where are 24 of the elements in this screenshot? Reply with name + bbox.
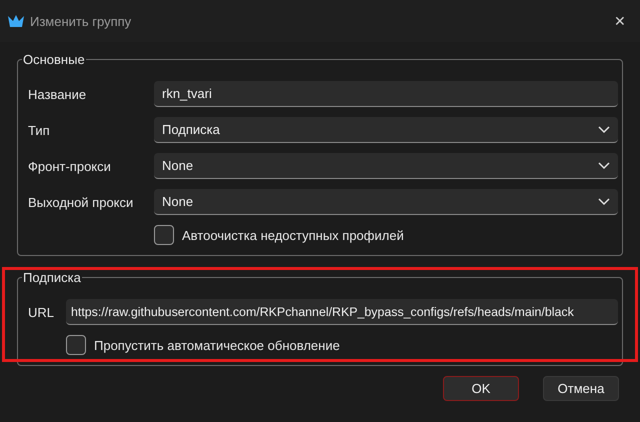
checkbox-label: Пропустить автоматическое обновление	[94, 338, 340, 352]
dropdown[interactable]: None	[154, 189, 618, 215]
window-title: Изменить группу	[30, 14, 132, 28]
checkbox[interactable]	[66, 335, 86, 355]
dropdown[interactable]: Подписка	[154, 117, 618, 143]
close-button[interactable]: ✕	[608, 13, 632, 29]
field-label: Название	[28, 86, 88, 102]
checkbox[interactable]	[154, 225, 174, 245]
group-title: Основные	[22, 52, 86, 67]
field-label: Фронт-прокси	[28, 158, 112, 174]
crown-icon	[8, 14, 24, 28]
input-field[interactable]: https://raw.githubusercontent.com/RKPchannel/RKP_bypass_configs/refs/heads/main/black	[66, 299, 618, 325]
chevron-down-icon	[598, 198, 610, 206]
dialog-button[interactable]: Отмена	[543, 376, 619, 401]
group-title: Подписка	[22, 270, 82, 285]
input-field[interactable]: rkn_tvari	[154, 81, 618, 107]
field-label: Тип	[28, 122, 51, 138]
dropdown[interactable]: None	[154, 153, 618, 179]
field-label: URL	[28, 304, 56, 320]
dialog-button[interactable]: OK	[443, 376, 519, 401]
checkbox-label: Автоочистка недоступных профилей	[182, 228, 404, 242]
field-label: Выходной прокси	[28, 194, 134, 210]
chevron-down-icon	[598, 126, 610, 134]
chevron-down-icon	[598, 162, 610, 170]
